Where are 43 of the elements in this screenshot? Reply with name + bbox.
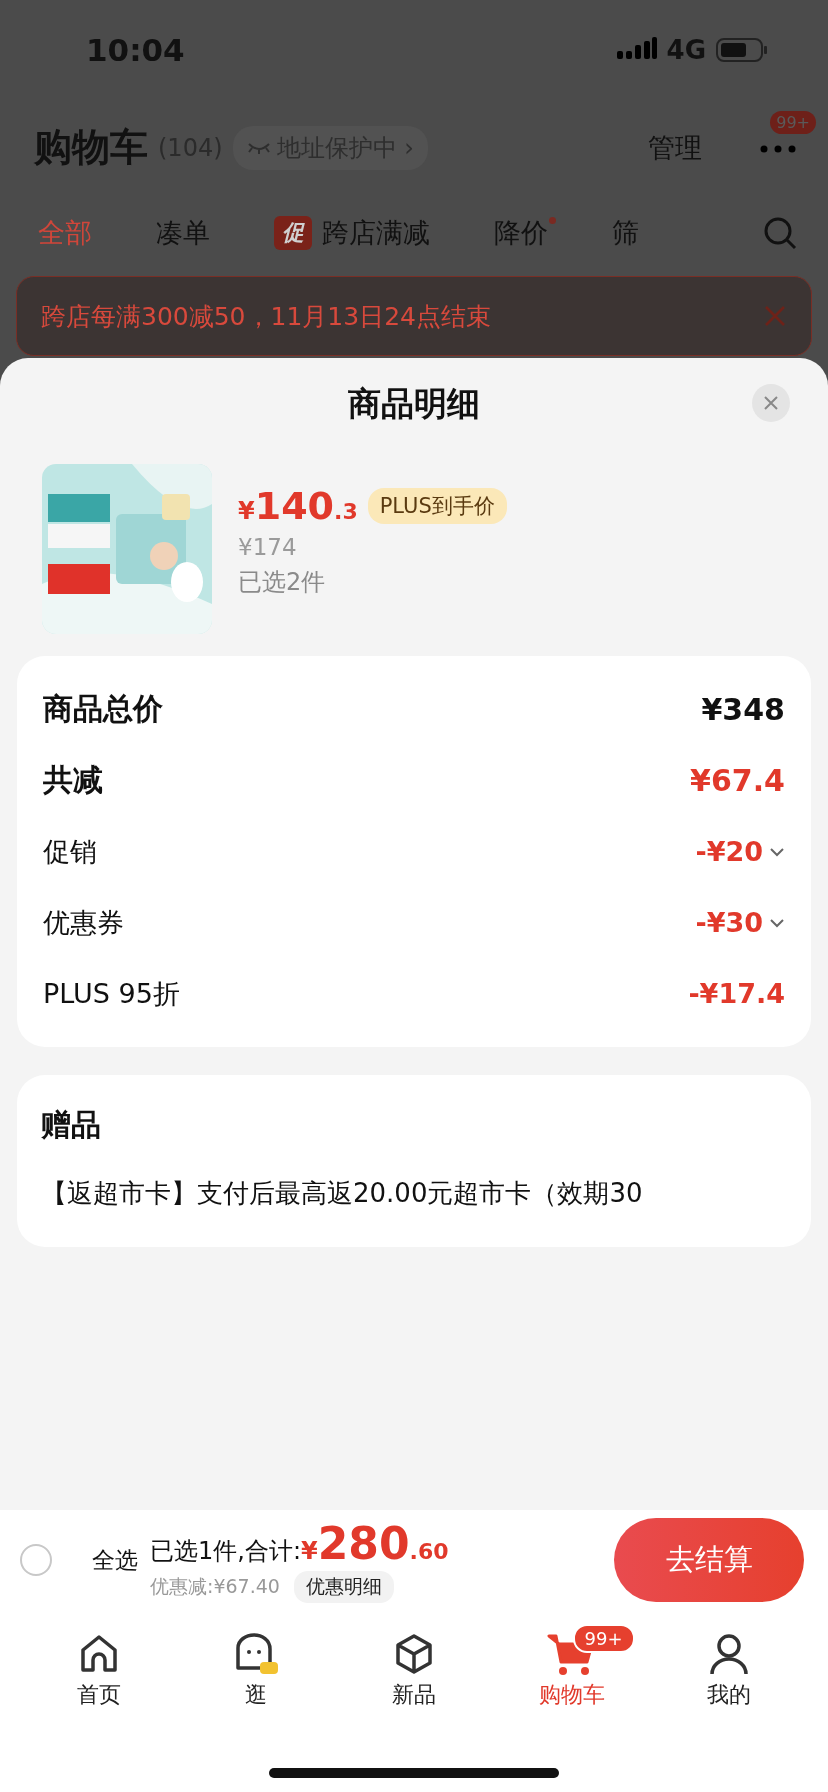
product-price: ¥140.3 <box>238 484 358 528</box>
price-amount: -¥30 <box>695 907 763 938</box>
price-amount: -¥20 <box>695 836 763 867</box>
network-label: 4G <box>666 35 706 65</box>
notification-badge: 99+ <box>770 110 816 134</box>
gift-title: 赠品 <box>41 1106 102 1144</box>
nav-tab[interactable]: 逛 <box>191 1624 322 1710</box>
price-amount: ¥67.4 <box>690 763 785 798</box>
price-label: 优惠券 <box>43 905 125 940</box>
gift-text: 【返超市卡】支付后最高返20.00元超市卡（效期30 <box>41 1177 644 1210</box>
promo-badge: 促 <box>274 215 312 250</box>
checkout-button[interactable]: 去结算 <box>614 1518 804 1602</box>
price-amount: -¥17.4 <box>688 978 785 1009</box>
price-amount: ¥348 <box>701 692 785 727</box>
select-all-checkbox[interactable] <box>20 1544 52 1576</box>
discount-text: 优惠减:¥67.40 <box>150 1573 280 1599</box>
nav-tab[interactable]: 首页 <box>33 1624 164 1710</box>
price-label: 商品总价 <box>43 690 164 728</box>
close-button[interactable] <box>752 384 790 422</box>
price-tag: PLUS到手价 <box>367 488 507 524</box>
selection-summary: 已选1件,合计: <box>150 1535 301 1567</box>
promo-banner-text: 跨店每满300减50，11月13日24点结束 <box>41 300 492 333</box>
eye-closed-icon <box>246 140 271 155</box>
chevron-down-icon[interactable] <box>769 917 785 928</box>
page-title: 购物车 <box>34 124 148 171</box>
price-label: 促销 <box>43 834 98 869</box>
chevron-down-icon[interactable] <box>769 846 785 857</box>
quantity-label: 已选2件 <box>238 567 327 598</box>
sheet-title: 商品明细 <box>348 382 480 425</box>
discount-detail-button[interactable]: 优惠明细 <box>293 1570 394 1603</box>
nav-tab[interactable]: 购物车 99+ <box>506 1624 637 1710</box>
price-label: 共减 <box>43 761 104 799</box>
price-label: PLUS 95折 <box>43 976 181 1011</box>
nav-tab[interactable]: 新品 <box>349 1624 479 1710</box>
clock: 10:04 <box>86 32 186 68</box>
filter-tab[interactable]: 促 跨店满减 <box>274 214 430 251</box>
nav-tab[interactable]: 我的 <box>664 1624 795 1710</box>
cart-badge: 99+ <box>572 1624 635 1653</box>
battery-icon <box>716 37 768 63</box>
total-price: ¥280.60 <box>301 1517 449 1569</box>
close-icon <box>763 395 779 411</box>
select-all-label: 全选 <box>92 1545 138 1575</box>
original-price: ¥174 <box>238 534 298 560</box>
